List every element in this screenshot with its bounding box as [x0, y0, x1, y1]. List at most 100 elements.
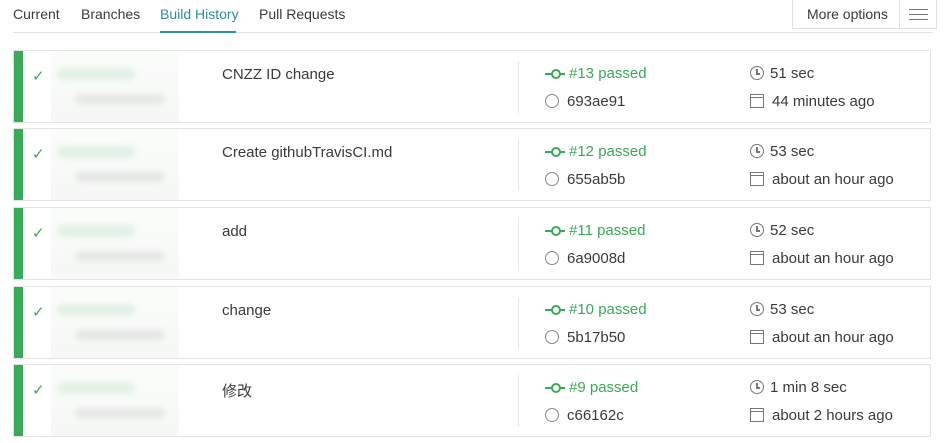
- build-status: #13 passed: [569, 65, 647, 82]
- build-status-link[interactable]: #13 passed: [545, 65, 647, 82]
- build-status-link[interactable]: #11 passed: [545, 222, 645, 239]
- calendar-icon: [750, 172, 764, 186]
- commit-sha: 693ae91: [567, 93, 626, 110]
- build-duration: 1 min 8 sec: [750, 379, 847, 396]
- commit-sha: 5b17b50: [567, 329, 626, 346]
- redacted-author: [51, 365, 179, 436]
- divider: [518, 139, 519, 191]
- build-finished: about an hour ago: [750, 250, 894, 267]
- build-row[interactable]: ✓ Create githubTravisCI.md #12 passed 65…: [13, 128, 931, 201]
- check-icon: ✓: [32, 225, 45, 242]
- divider: [518, 218, 519, 270]
- commit-message[interactable]: change: [222, 302, 271, 319]
- build-status-link[interactable]: #12 passed: [545, 143, 647, 160]
- finished-value: about an hour ago: [772, 329, 894, 346]
- duration-value: 51 sec: [770, 65, 815, 82]
- github-icon: [545, 172, 559, 186]
- clock-icon: [750, 144, 764, 158]
- build-duration: 53 sec: [750, 143, 814, 160]
- repo-tabs: Current Branches Build History Pull Requ…: [0, 0, 951, 34]
- tab-current[interactable]: Current: [13, 6, 60, 22]
- commit-icon: [545, 69, 565, 80]
- status-bar: [14, 365, 23, 436]
- build-status-link[interactable]: #9 passed: [545, 379, 638, 396]
- menu-line-icon: [909, 9, 928, 10]
- tab-branches[interactable]: Branches: [81, 6, 140, 22]
- duration-value: 52 sec: [770, 222, 815, 239]
- commit-sha-link[interactable]: 6a9008d: [545, 250, 625, 267]
- commit-sha-link[interactable]: 5b17b50: [545, 329, 625, 346]
- check-icon: ✓: [32, 304, 45, 321]
- calendar-icon: [750, 251, 764, 265]
- tab-build-history[interactable]: Build History: [160, 6, 239, 22]
- divider: [518, 375, 519, 427]
- commit-icon: [545, 383, 565, 394]
- build-finished: 44 minutes ago: [750, 93, 875, 110]
- build-status-link[interactable]: #10 passed: [545, 301, 647, 318]
- finished-value: about an hour ago: [772, 171, 894, 188]
- divider: [518, 61, 519, 113]
- commit-message[interactable]: 修改: [222, 380, 252, 401]
- clock-icon: [750, 380, 764, 394]
- build-status: #12 passed: [569, 143, 647, 160]
- status-bar: [14, 208, 23, 279]
- build-row[interactable]: ✓ change #10 passed 5b17b50 53 sec about…: [13, 286, 931, 359]
- commit-message[interactable]: CNZZ ID change: [222, 66, 335, 83]
- build-status: #10 passed: [569, 301, 647, 318]
- github-icon: [545, 251, 559, 265]
- build-duration: 51 sec: [750, 65, 814, 82]
- calendar-icon: [750, 408, 764, 422]
- duration-value: 1 min 8 sec: [770, 379, 847, 396]
- check-icon: ✓: [32, 146, 45, 163]
- check-icon: ✓: [32, 68, 45, 85]
- finished-value: about 2 hours ago: [772, 407, 893, 424]
- menu-line-icon: [909, 19, 928, 20]
- github-icon: [545, 408, 559, 422]
- more-options-button[interactable]: More options: [792, 0, 900, 29]
- build-duration: 52 sec: [750, 222, 814, 239]
- commit-sha-link[interactable]: 693ae91: [545, 93, 625, 110]
- commit-sha: 655ab5b: [567, 171, 626, 188]
- build-duration: 53 sec: [750, 301, 814, 318]
- divider: [518, 297, 519, 349]
- build-finished: about an hour ago: [750, 329, 894, 346]
- hamburger-menu-button[interactable]: [899, 0, 937, 29]
- menu-line-icon: [909, 14, 928, 15]
- finished-value: about an hour ago: [772, 250, 894, 267]
- commit-sha-link[interactable]: c66162c: [545, 407, 624, 424]
- build-finished: about an hour ago: [750, 171, 894, 188]
- tab-pull-requests[interactable]: Pull Requests: [259, 6, 345, 22]
- status-bar: [14, 287, 23, 358]
- clock-icon: [750, 302, 764, 316]
- build-finished: about 2 hours ago: [750, 407, 893, 424]
- clock-icon: [750, 66, 764, 80]
- commit-icon: [545, 147, 565, 158]
- commit-sha: c66162c: [567, 407, 624, 424]
- check-icon: ✓: [32, 382, 45, 399]
- duration-value: 53 sec: [770, 301, 815, 318]
- finished-value: 44 minutes ago: [772, 93, 875, 110]
- status-bar: [14, 51, 23, 122]
- redacted-author: [51, 208, 179, 279]
- clock-icon: [750, 223, 764, 237]
- status-bar: [14, 129, 23, 200]
- redacted-author: [51, 51, 179, 122]
- build-row[interactable]: ✓ CNZZ ID change #13 passed 693ae91 51 s…: [13, 50, 931, 123]
- calendar-icon: [750, 94, 764, 108]
- duration-value: 53 sec: [770, 143, 815, 160]
- commit-message[interactable]: add: [222, 223, 247, 240]
- build-row[interactable]: ✓ 修改 #9 passed c66162c 1 min 8 sec about…: [13, 364, 931, 437]
- redacted-author: [51, 287, 179, 358]
- calendar-icon: [750, 330, 764, 344]
- commit-icon: [545, 305, 565, 316]
- build-status: #11 passed: [569, 222, 646, 239]
- commit-sha-link[interactable]: 655ab5b: [545, 171, 625, 188]
- tabs-divider: [13, 32, 933, 33]
- github-icon: [545, 94, 559, 108]
- commit-message[interactable]: Create githubTravisCI.md: [222, 144, 392, 161]
- commit-icon: [545, 226, 565, 237]
- build-row[interactable]: ✓ add #11 passed 6a9008d 52 sec about an…: [13, 207, 931, 280]
- build-status: #9 passed: [569, 379, 639, 396]
- redacted-author: [51, 129, 179, 200]
- github-icon: [545, 330, 559, 344]
